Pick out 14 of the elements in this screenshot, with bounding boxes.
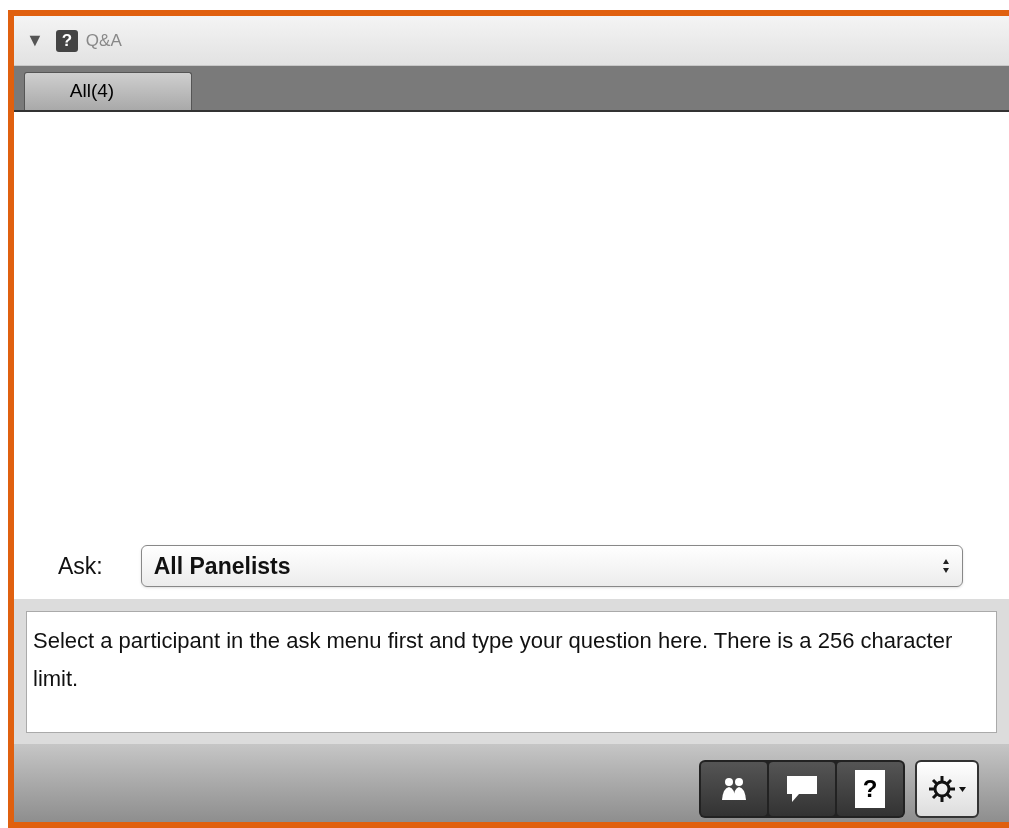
ask-dropdown[interactable]: All Panelists [140,545,963,587]
settings-button[interactable] [915,760,979,818]
speech-bubble-icon [785,774,819,804]
help-button[interactable]: ? [837,762,903,816]
panel-title: Q&A [85,29,122,52]
chat-button[interactable] [769,762,835,816]
help-icon: ? [855,770,885,808]
stepper-icon [942,558,950,574]
ask-label: Ask: [58,551,103,581]
question-field[interactable]: Select a participant in the ask menu first and type your question here. There is a 256 character limit. [26,611,997,733]
participants-button[interactable] [701,762,767,816]
help-icon: ? [55,29,78,52]
tab[interactable]: All(4) [24,72,192,110]
collapse-toggle[interactable]: ▼ [26,27,44,54]
